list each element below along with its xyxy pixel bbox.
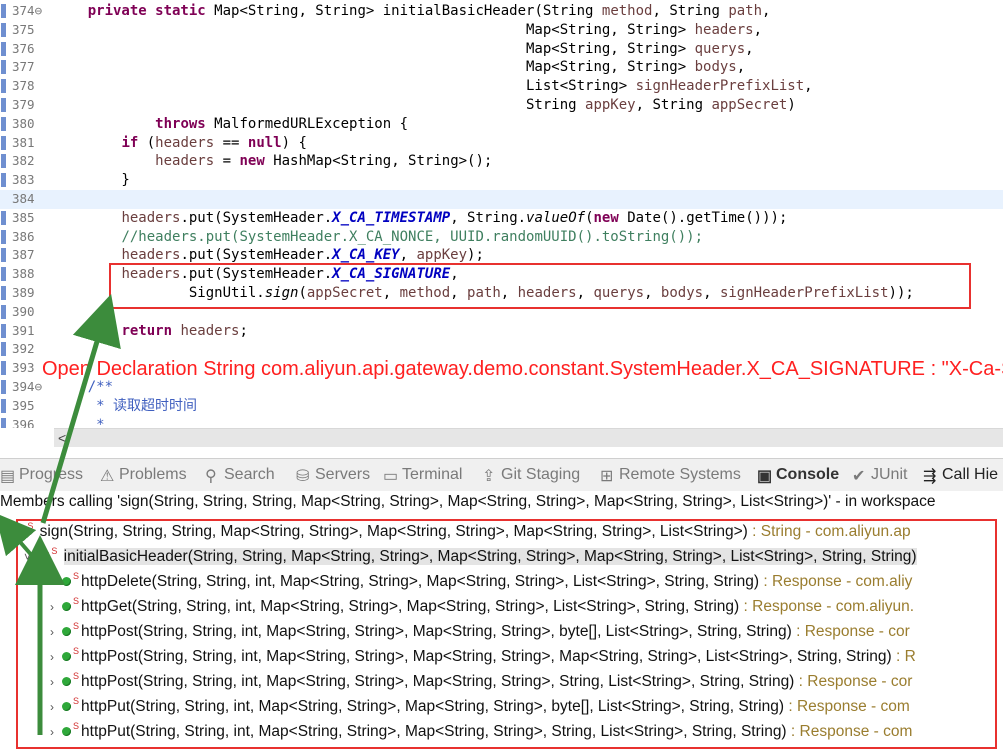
line-number: 380 [12,115,35,131]
code-line[interactable]: 376 Map<String, String> querys, [0,40,1003,59]
code-text: } [54,172,130,189]
tab-label: Remote Systems [619,466,741,483]
terminal-icon: ▭ [383,468,399,485]
tab-servers[interactable]: ⛁ Servers [296,459,370,491]
tab-label: Problems [119,466,187,483]
console-icon: ▣ [757,468,773,485]
code-line[interactable]: 379 String appKey, String appSecret) [0,96,1003,115]
code-line[interactable]: 381 if (headers == null) { [0,134,1003,153]
code-text: Map<String, String> headers, [54,21,763,38]
progress-icon: ▤ [0,468,16,485]
line-number: 391 [12,322,35,338]
horizontal-scrollbar[interactable]: < [54,428,1003,447]
code-text: * [96,416,105,428]
line-number: 389 [12,284,35,300]
line-number: 390 [12,303,35,319]
tab-label: Progress [19,466,84,483]
code-text: private static Map<String, String> initi… [87,3,771,19]
line-number: 382 [12,153,35,169]
line-number: 381 [12,134,35,150]
code-text: headers = new HashMap<String, String>(); [155,153,493,170]
code-text: if (headers == null) { [121,134,307,151]
tab-search[interactable]: ⚲ Search [205,459,275,491]
code-line[interactable]: 375 Map<String, String> headers, [0,21,1003,40]
code-line[interactable]: 380 throws MalformedURLException { [0,115,1003,134]
collapse-icon[interactable]: ˅ [0,520,12,544]
code-text: //headers.put(SystemHeader.X_CA_NONCE, U… [121,228,704,245]
code-line[interactable]: 383 } [0,171,1003,190]
line-number: 378 [12,78,35,94]
search-icon: ⚲ [205,468,217,485]
tab-console[interactable]: ▣ Console [757,459,839,491]
tab-terminal[interactable]: ▭ Terminal [383,459,462,491]
problems-icon: ⚠ [100,468,115,485]
tab-label: Terminal [402,466,463,483]
tab-label: Search [224,466,275,483]
call-hierarchy-description: Members calling 'sign(String, String, St… [0,493,936,510]
highlight-box-signature [109,263,971,309]
git-staging-icon: ⇪ [482,468,496,485]
tab-git-staging[interactable]: ⇪ Git Staging [482,459,580,491]
code-line[interactable]: 391 return headers; [0,322,1003,341]
tab-problems[interactable]: ⚠ Problems [100,459,187,491]
scroll-left-icon[interactable]: < [58,429,66,447]
code-text: headers.put(SystemHeader.X_CA_TIMESTAMP,… [121,209,788,226]
line-number: 396 [12,416,35,428]
code-line[interactable]: 392 [0,340,1003,359]
code-line[interactable]: 386 //headers.put(SystemHeader.X_CA_NONC… [0,228,1003,247]
code-line[interactable]: 396 * [0,416,1003,428]
line-number: 383 [12,172,35,188]
code-line[interactable]: 374⊖ private static Map<String, String> … [0,2,1003,21]
call-hierarchy-icon: ⇶ [923,468,937,485]
tab-label: Servers [315,466,371,483]
code-line[interactable]: 385 headers.put(SystemHeader.X_CA_TIMEST… [0,209,1003,228]
line-number: 387 [12,247,35,263]
line-number: 388 [12,266,35,282]
code-text: throws MalformedURLException { [155,115,409,132]
line-number: 377 [12,59,35,75]
code-text: Map<String, String> querys, [54,40,754,57]
code-line[interactable]: 382 headers = new HashMap<String, String… [0,152,1003,171]
view-tab-bar: ▤ Progress ⚠ Problems ⚲ Search ⛁ Servers ▭ Termin… [0,458,1003,491]
line-number: 379 [12,96,35,112]
tab-call-hie[interactable]: ⇶ Call Hie [923,459,998,491]
line-number: 386 [12,228,35,244]
line-number: 392 [12,341,35,357]
tab-label: Console [776,466,840,483]
code-text: List<String> signHeaderPrefixList, [54,78,813,95]
code-text: return headers; [121,322,248,339]
line-number: 385 [12,209,35,225]
code-line[interactable]: 395 * 读取超时时间 [0,397,1003,416]
tab-label: Call Hie [942,466,999,483]
tab-progress[interactable]: ▤ Progress [0,459,83,491]
line-number: 376 [12,40,35,56]
tab-label: Git Staging [501,466,581,483]
open-declaration-tooltip: Open Declaration String com.aliyun.api.g… [42,358,1003,380]
line-number: 384 [12,190,35,206]
servers-icon: ⛁ [296,468,310,485]
junit-icon: ✔ [852,468,866,485]
tab-remote-systems[interactable]: ⊞ Remote Systems [600,459,741,491]
tab-label: JUnit [871,466,908,483]
line-number: 374⊖ [12,3,43,18]
code-line[interactable]: 377 Map<String, String> bodys, [0,58,1003,77]
code-line[interactable]: 378 List<String> signHeaderPrefixList, [0,77,1003,96]
code-text: Map<String, String> bodys, [54,59,746,76]
code-text: String appKey, String appSecret) [54,96,796,113]
code-line[interactable]: 384 [0,189,1003,209]
remote-systems-icon: ⊞ [600,468,614,485]
highlight-box-callers [16,519,997,749]
line-number: 375 [12,21,35,37]
code-editor[interactable]: 374⊖ private static Map<String, String> … [0,0,1003,428]
code-text: * 读取超时时间 [96,397,198,414]
line-number: 395 [12,397,35,413]
tab-junit[interactable]: ✔ JUnit [852,459,907,491]
